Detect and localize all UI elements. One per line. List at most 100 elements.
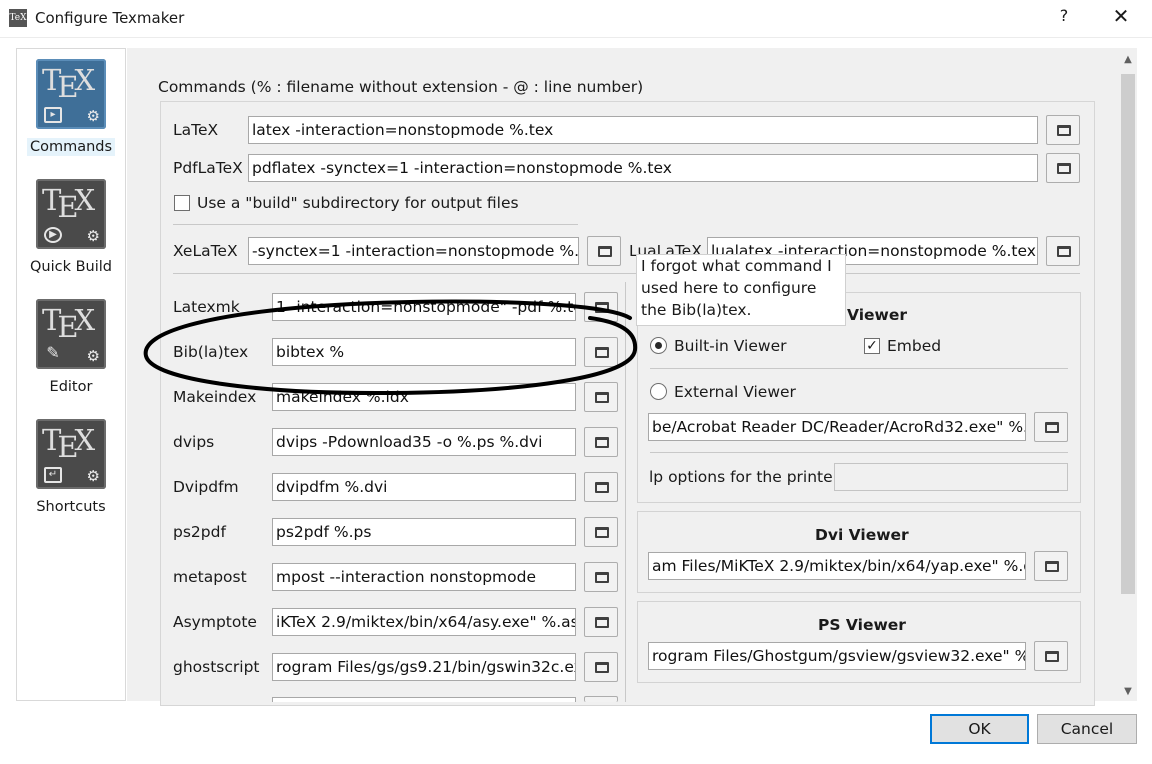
metapost-browse-button[interactable] [584,562,618,592]
note-line: I forgot what command I [641,257,832,275]
shortcuts-icon: TEX ↵ ⚙ [36,419,106,489]
pdflatex-command-input[interactable]: pdflatex -synctex=1 -interaction=nonstop… [248,154,1038,182]
dvips-command-input[interactable]: dvips -Pdownload35 -o %.ps %.dvi [272,428,576,456]
asymptote-browse-button[interactable] [584,607,618,637]
column-divider [625,282,626,702]
scroll-down-arrow[interactable]: ▼ [1121,686,1135,700]
makeindex-command-input[interactable]: makeindex %.idx [272,383,576,411]
builtin-viewer-radio[interactable] [650,337,667,354]
sidebar-item-editor[interactable]: TEX ✎ ⚙ Editor [17,297,125,409]
external-viewer-radio[interactable] [650,383,667,400]
play-icon: ▶ [44,227,62,243]
next-command-input[interactable] [272,697,576,702]
latex-command-input[interactable]: latex -interaction=nonstopmode %.tex [248,116,1038,144]
lualatex-browse-button[interactable] [1046,236,1080,266]
keyboard-icon: ↵ [44,467,62,483]
ps-viewer-browse-button[interactable] [1034,641,1068,671]
editor-icon: TEX ✎ ⚙ [36,299,106,369]
folder-icon [1057,246,1071,257]
folder-icon [1057,163,1071,174]
note-line: used here to configure [641,279,817,297]
dvipdfm-browse-button[interactable] [584,472,618,502]
sidebar-item-label: Quick Build [29,259,112,275]
biblatex-browse-button[interactable] [584,337,618,367]
xelatex-command-input[interactable]: -synctex=1 -interaction=nonstopmode %.te… [248,237,579,265]
latex-label: LaTeX [173,121,219,139]
biblatex-label: Bib(la)tex [173,343,249,361]
tex-logo: TEX [42,63,95,104]
dvipdfm-label: Dvipdfm [173,478,239,496]
tex-logo: TEX [42,423,95,464]
external-viewer-browse-button[interactable] [1034,412,1068,442]
folder-icon [1045,561,1059,572]
scroll-up-arrow[interactable]: ▲ [1121,54,1135,68]
folder-icon [595,572,609,583]
help-button[interactable]: ? [1052,6,1076,30]
dvips-browse-button[interactable] [584,427,618,457]
asymptote-label: Asymptote [173,613,257,631]
latex-browse-button[interactable] [1046,115,1080,145]
folder-icon [595,302,609,313]
metapost-label: metapost [173,568,247,586]
dvi-viewer-path-input[interactable]: am Files/MiKTeX 2.9/miktex/bin/x64/yap.e… [648,552,1026,580]
ghostscript-browse-button[interactable] [584,652,618,682]
tex-logo: TEX [42,303,95,344]
xelatex-browse-button[interactable] [587,236,621,266]
dvi-viewer-browse-button[interactable] [1034,551,1068,581]
latexmk-label: Latexmk [173,298,240,316]
sidebar-item-commands[interactable]: TEX ▸ ⚙ Commands [17,57,125,169]
note-line: the Bib(la)tex. [641,301,752,319]
pdflatex-label: PdfLaTeX [173,159,243,177]
asymptote-command-input[interactable]: iKTeX 2.9/miktex/bin/x64/asy.exe" %.asy [272,608,576,636]
lp-options-input[interactable] [834,463,1068,491]
dvi-viewer-title: Dvi Viewer [815,526,909,544]
separator [650,452,1068,453]
xelatex-label: XeLaTeX [173,242,238,260]
config-sidebar: TEX ▸ ⚙ Commands TEX ▶ ⚙ Quick Build TEX… [16,48,126,701]
builtin-viewer-label: Built-in Viewer [674,337,787,355]
texmaker-app-icon: TeX [9,9,27,27]
sidebar-item-shortcuts[interactable]: TEX ↵ ⚙ Shortcuts [17,417,125,529]
folder-icon [1045,651,1059,662]
close-button[interactable]: ✕ [1106,4,1136,32]
scroll-thumb[interactable] [1121,74,1135,594]
ps2pdf-browse-button[interactable] [584,517,618,547]
build-subdirectory-label: Use a "build" subdirectory for output fi… [197,194,519,212]
vertical-scrollbar[interactable]: ▲ ▼ [1119,48,1137,701]
latexmk-command-input[interactable]: 1 -interaction=nonstopmode" -pdf %.tex [272,293,576,321]
commands-icon: TEX ▸ ⚙ [36,59,106,129]
ghostscript-command-input[interactable]: rogram Files/gs/gs9.21/bin/gswin32c.exe" [272,653,576,681]
ps-viewer-path-input[interactable]: rogram Files/Ghostgum/gsview/gsview32.ex… [648,642,1026,670]
pencil-icon: ✎ [46,343,60,362]
next-browse-button[interactable] [584,696,618,702]
ghostscript-label: ghostscript [173,658,260,676]
pdflatex-browse-button[interactable] [1046,153,1080,183]
dvipdfm-command-input[interactable]: dvipdfm %.dvi [272,473,576,501]
metapost-command-input[interactable]: mpost --interaction nonstopmode [272,563,576,591]
quick-build-icon: TEX ▶ ⚙ [36,179,106,249]
folder-icon [595,662,609,673]
makeindex-label: Makeindex [173,388,257,406]
pdf-viewer-title: Viewer [847,306,908,324]
biblatex-command-input[interactable]: bibtex % [272,338,576,366]
external-viewer-label: External Viewer [674,383,796,401]
lp-options-label: lp options for the printer [649,468,840,486]
dvips-label: dvips [173,433,215,451]
title-bar: TeX Configure Texmaker ? ✕ [0,0,1152,38]
build-subdirectory-checkbox[interactable] [174,195,190,211]
gear-icon: ⚙ [86,347,100,365]
sidebar-item-label: Commands [17,138,125,156]
folder-icon [595,437,609,448]
sidebar-item-quick-build[interactable]: TEX ▶ ⚙ Quick Build [17,177,125,289]
folder-icon [595,392,609,403]
ps-viewer-title: PS Viewer [818,616,906,634]
makeindex-browse-button[interactable] [584,382,618,412]
ok-button[interactable]: OK [930,714,1029,744]
cancel-button[interactable]: Cancel [1037,714,1137,744]
external-viewer-path-input[interactable]: be/Acrobat Reader DC/Reader/AcroRd32.exe… [648,413,1026,441]
ps2pdf-command-input[interactable]: ps2pdf %.ps [272,518,576,546]
latexmk-browse-button[interactable] [584,292,618,322]
folder-icon [595,482,609,493]
embed-checkbox[interactable]: ✓ [864,338,880,354]
separator [173,224,578,225]
